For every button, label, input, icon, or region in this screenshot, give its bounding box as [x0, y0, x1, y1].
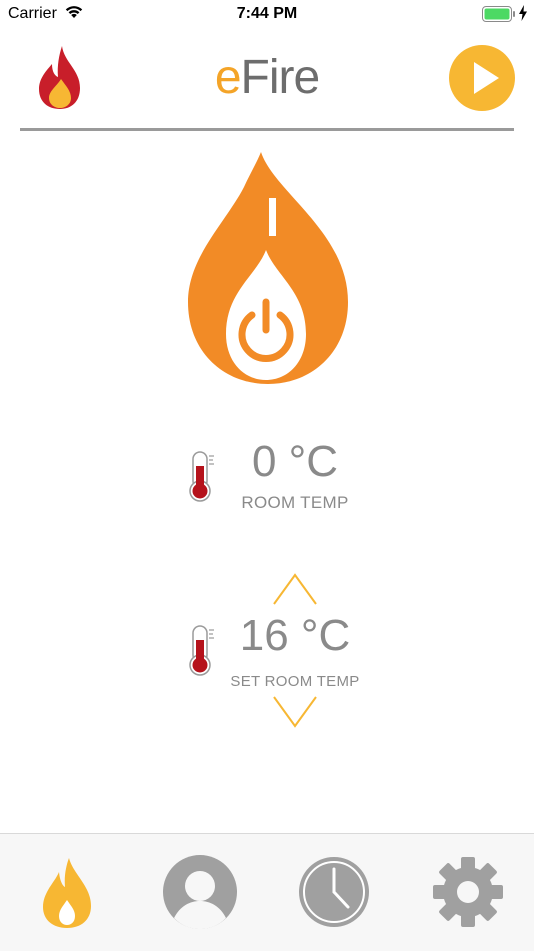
flame-icon [27, 858, 107, 936]
app-logo-fire: Fire [240, 51, 321, 104]
room-temp-value: 0 °C [251, 437, 339, 486]
gear-icon [428, 857, 508, 936]
set-room-temp-value: 16 °C [239, 611, 351, 660]
tab-user[interactable] [160, 852, 240, 932]
decrease-temp-button[interactable] [272, 695, 318, 734]
tab-schedule[interactable] [294, 852, 374, 932]
power-button[interactable] [188, 152, 348, 384]
clock-icon [294, 857, 374, 936]
tab-settings[interactable] [428, 852, 508, 932]
clock-time: 7:44 PM [236, 5, 298, 22]
play-icon [449, 62, 515, 115]
charging-icon [518, 5, 528, 26]
app-logo-e: e [214, 51, 242, 104]
increase-temp-button[interactable] [272, 572, 318, 611]
room-temp-label: ROOM TEMP [241, 493, 349, 512]
tab-bar [0, 833, 534, 951]
status-bar: Carrier 7:44 PM [0, 0, 534, 28]
battery-icon [482, 6, 516, 27]
tab-fire[interactable] [27, 852, 107, 932]
header-divider [20, 128, 514, 131]
user-icon [160, 855, 240, 936]
play-button[interactable] [449, 45, 515, 111]
set-room-temp-label: SET ROOM TEMP [230, 673, 360, 690]
